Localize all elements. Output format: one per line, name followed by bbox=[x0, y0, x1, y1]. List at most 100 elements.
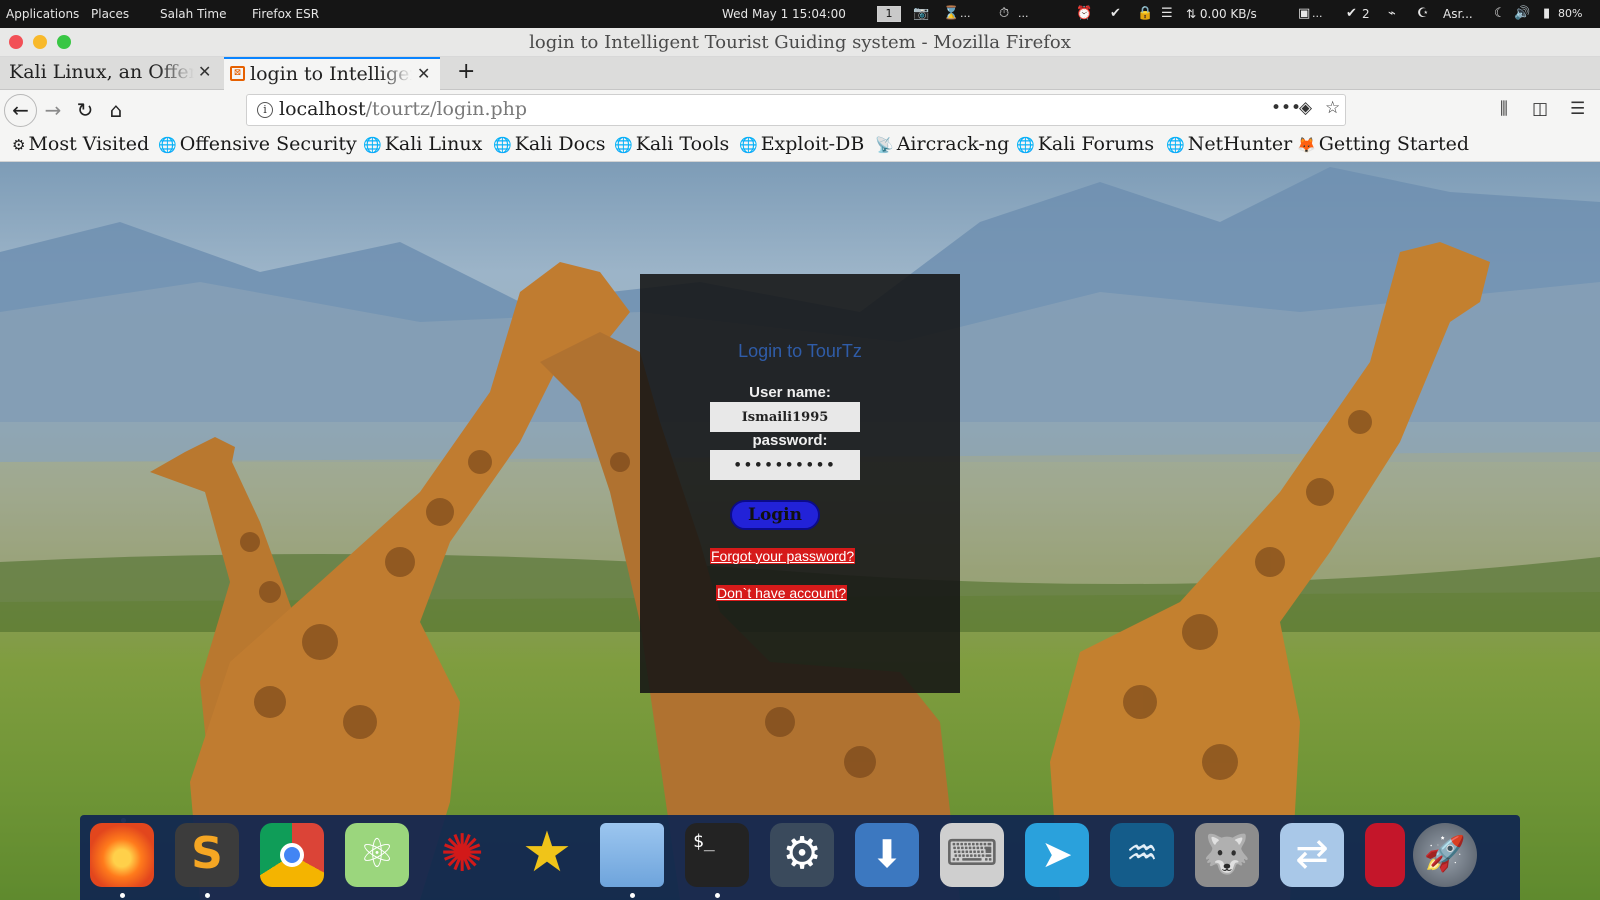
tab-login-tourtz[interactable]: ⊠ login to Intelligent Tourist Guiding s… bbox=[224, 57, 440, 90]
navigation-toolbar: ← → ↻ ⌂ i localhost/tourtz/login.php •••… bbox=[0, 90, 1600, 131]
camera-icon[interactable]: 📷 bbox=[913, 0, 929, 28]
window-titlebar: login to Intelligent Tourist Guiding sys… bbox=[0, 28, 1600, 57]
sidebar-icon[interactable]: ◫ bbox=[1532, 99, 1548, 119]
window-list-icon[interactable]: ▣ bbox=[1298, 0, 1310, 28]
bookmark-kali-docs[interactable]: 🌐 Kali Docs bbox=[493, 133, 605, 155]
salah-time-applet[interactable]: Salah Time bbox=[160, 0, 226, 28]
volume-icon[interactable]: 🔊 bbox=[1514, 0, 1530, 28]
dock-running-indicator bbox=[205, 893, 210, 898]
bookmark-aircrack-ng[interactable]: 📡 Aircrack-ng bbox=[875, 133, 1009, 155]
aircrack-icon: 📡 bbox=[875, 136, 894, 154]
prayer-icon[interactable]: ☪ bbox=[1417, 0, 1429, 28]
bookmark-exploit-db[interactable]: 🌐 Exploit-DB bbox=[739, 133, 864, 155]
hamburger-menu-icon[interactable]: ☰ bbox=[1570, 99, 1585, 119]
url-host: localhost bbox=[279, 98, 366, 120]
firefox-icon: 🦊 bbox=[1297, 136, 1316, 154]
usb-icon[interactable]: ⌁ bbox=[1388, 0, 1396, 28]
files-icon[interactable] bbox=[600, 823, 664, 887]
tray-ellipsis: ... bbox=[1018, 7, 1029, 20]
reload-button[interactable]: ↻ bbox=[70, 96, 100, 126]
app-icon-red[interactable] bbox=[1365, 823, 1405, 887]
url-path: /tourtz/login.php bbox=[365, 98, 528, 120]
atom-icon[interactable]: ⚛ bbox=[345, 823, 409, 887]
register-link[interactable]: Don`t have account? bbox=[716, 585, 848, 601]
bookmark-label: Getting Started bbox=[1318, 133, 1469, 155]
sublime-text-icon[interactable]: S bbox=[175, 823, 239, 887]
home-button[interactable]: ⌂ bbox=[101, 96, 131, 126]
firefox-esr-taskbar[interactable]: Firefox ESR bbox=[252, 0, 319, 28]
password-label: password: bbox=[752, 432, 828, 449]
url-text[interactable]: localhost/tourtz/login.php bbox=[279, 98, 527, 120]
applications-menu[interactable]: Applications bbox=[6, 0, 79, 28]
globe-icon: 🌐 bbox=[614, 136, 633, 154]
tab-label: login to Intelligent Tourist Guiding sys… bbox=[250, 63, 412, 85]
login-form: Login to TourTz User name: password: Log… bbox=[640, 274, 960, 693]
tab-strip: Kali Linux, an Offensive Security ✕ ⊠ lo… bbox=[0, 57, 1600, 90]
clipboard-icon[interactable]: ☰ bbox=[1161, 0, 1173, 28]
terminal-icon[interactable]: $_ bbox=[685, 823, 749, 887]
launchpad-icon[interactable]: 🚀 bbox=[1413, 823, 1477, 887]
file-transfer-icon[interactable]: ⇄ bbox=[1280, 823, 1344, 887]
night-mode-icon[interactable]: ☾ bbox=[1494, 0, 1506, 28]
bookmark-kali-linux[interactable]: 🌐 Kali Linux bbox=[363, 133, 482, 155]
prayer-time[interactable]: Asr... bbox=[1443, 0, 1473, 28]
tray-ellipsis: ... bbox=[960, 7, 971, 20]
network-speed[interactable]: ⇅ 0.00 KB/s bbox=[1186, 0, 1257, 28]
globe-icon: 🌐 bbox=[1166, 136, 1185, 154]
library-icon[interactable]: ⫼ bbox=[1500, 99, 1508, 119]
dock-running-indicator bbox=[120, 893, 125, 898]
hourglass-icon[interactable]: ⌛ bbox=[943, 0, 959, 28]
bookmark-most-visited[interactable]: ⚙ Most Visited bbox=[12, 133, 149, 155]
workspace-indicator[interactable]: 1 bbox=[877, 6, 901, 22]
pocket-icon[interactable]: ◈ bbox=[1299, 98, 1312, 118]
page-content: Login to TourTz User name: password: Log… bbox=[0, 162, 1600, 900]
alarm-icon[interactable]: ⏰ bbox=[1076, 0, 1092, 28]
updates-check-icon[interactable]: ✔ bbox=[1346, 0, 1357, 28]
kstars-icon[interactable]: ★ bbox=[515, 823, 579, 887]
close-tab-icon[interactable]: ✕ bbox=[417, 64, 430, 83]
places-menu[interactable]: Places bbox=[91, 0, 129, 28]
keyboard-settings-icon[interactable]: ⌨ bbox=[940, 823, 1004, 887]
login-button[interactable]: Login bbox=[730, 500, 820, 530]
battery-icon[interactable]: ▮ bbox=[1543, 0, 1550, 28]
globe-icon: 🌐 bbox=[363, 136, 382, 154]
tab-favicon-icon: ⊠ bbox=[230, 66, 245, 81]
bookmark-kali-forums[interactable]: 🌐 Kali Forums bbox=[1016, 133, 1154, 155]
gear-icon: ⚙ bbox=[12, 136, 26, 154]
forward-button[interactable]: → bbox=[38, 96, 68, 126]
back-button[interactable]: ← bbox=[4, 94, 37, 127]
site-info-icon[interactable]: i bbox=[257, 102, 273, 118]
maltego-icon[interactable]: ✺ bbox=[430, 823, 494, 887]
mysql-workbench-icon[interactable]: ♒ bbox=[1110, 823, 1174, 887]
dock: S ⚛ ✺ ★ $_ ⚙ ⬇ ⌨ ➤ ♒ 🐺 ⇄ 🚀 bbox=[80, 815, 1520, 900]
firefox-icon[interactable] bbox=[90, 823, 154, 887]
globe-icon: 🌐 bbox=[493, 136, 512, 154]
url-bar[interactable]: i localhost/tourtz/login.php ••• ◈ ☆ bbox=[246, 94, 1346, 126]
bookmark-kali-tools[interactable]: 🌐 Kali Tools bbox=[614, 133, 729, 155]
tab-label: Kali Linux, an Offensive Security bbox=[9, 61, 194, 83]
close-tab-icon[interactable]: ✕ bbox=[198, 62, 211, 81]
chrome-icon[interactable] bbox=[260, 823, 324, 887]
software-installer-icon[interactable]: ⬇ bbox=[855, 823, 919, 887]
lock-icon[interactable]: 🔒 bbox=[1137, 0, 1153, 28]
clock[interactable]: Wed May 1 15:04:00 bbox=[722, 0, 846, 28]
new-tab-button[interactable]: + bbox=[457, 59, 475, 84]
gimp-icon[interactable]: 🐺 bbox=[1195, 823, 1259, 887]
tray-ellipsis: ... bbox=[1312, 7, 1323, 20]
bookmark-getting-started[interactable]: 🦊 Getting Started bbox=[1297, 133, 1469, 155]
check-icon[interactable]: ✔ bbox=[1110, 0, 1121, 28]
battery-percent: 80% bbox=[1558, 7, 1583, 20]
forgot-password-link[interactable]: Forgot your password? bbox=[710, 548, 856, 564]
bookmark-nethunter[interactable]: 🌐 NetHunter bbox=[1166, 133, 1292, 155]
tab-kali-linux[interactable]: Kali Linux, an Offensive Security ✕ bbox=[0, 57, 222, 90]
timer-icon[interactable]: ⏱ bbox=[999, 0, 1009, 28]
bookmark-star-icon[interactable]: ☆ bbox=[1325, 98, 1340, 118]
globe-icon: 🌐 bbox=[739, 136, 758, 154]
settings-icon[interactable]: ⚙ bbox=[770, 823, 834, 887]
username-input[interactable] bbox=[710, 402, 860, 432]
page-actions-icon[interactable]: ••• bbox=[1271, 98, 1301, 118]
bookmark-label: NetHunter bbox=[1187, 133, 1293, 155]
bookmark-offensive-security[interactable]: 🌐 Offensive Security bbox=[158, 133, 357, 155]
telegram-icon[interactable]: ➤ bbox=[1025, 823, 1089, 887]
password-input[interactable] bbox=[710, 450, 860, 480]
